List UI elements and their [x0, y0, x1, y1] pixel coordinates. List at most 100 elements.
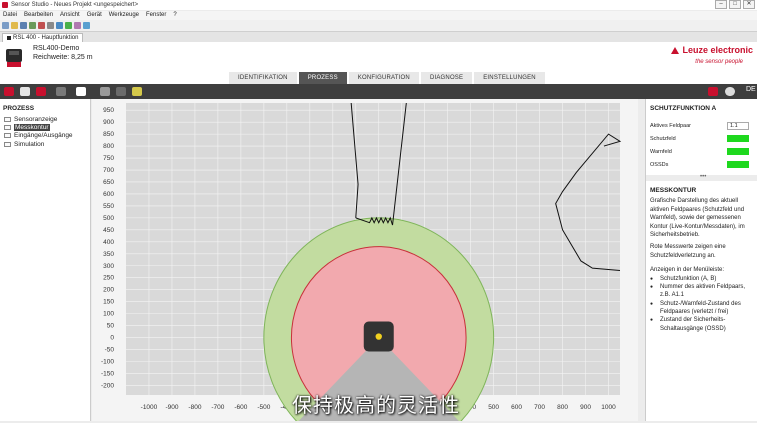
new-icon[interactable] [2, 22, 9, 29]
y-tick-label: 400 [103, 239, 114, 246]
save-icon[interactable] [20, 22, 27, 29]
tab-identifikation[interactable]: IDENTIFIKATION [229, 72, 297, 84]
warnfeld-led [727, 148, 749, 155]
contour-icon[interactable] [20, 87, 30, 96]
y-tick-label: 700 [103, 167, 114, 174]
info-icon[interactable] [83, 22, 90, 29]
settings-icon[interactable] [47, 22, 54, 29]
x-tick-label: 600 [511, 404, 522, 411]
device-header: RSL400-Demo Reichweite: 8,25 m Leuze ele… [0, 42, 757, 72]
video-subtitle: 保持极高的灵活性 [292, 393, 460, 417]
y-tick-label: 150 [103, 299, 114, 306]
scanner-device-icon [6, 49, 22, 67]
tool-icon[interactable] [74, 22, 81, 29]
y-tick-label: -50 [105, 347, 115, 354]
minimize-button[interactable]: – [715, 0, 727, 9]
rotate-icon[interactable] [116, 87, 126, 96]
open-icon[interactable] [11, 22, 18, 29]
leuze-logo-icon [671, 46, 680, 54]
y-tick-label: 0 [110, 335, 114, 342]
sidebar-item-label: Messkontur [14, 123, 50, 131]
list-item: Nummer des aktiven Feldpaars, z.B. A1.1 [650, 283, 754, 300]
menu-geraet[interactable]: Gerät [87, 11, 102, 20]
language-indicator[interactable]: DE [746, 86, 756, 93]
y-tick-label: 450 [103, 227, 114, 234]
document-tab[interactable]: RSL 400 - Hauptfunktion [2, 33, 84, 42]
x-tick-label: -700 [211, 404, 224, 411]
y-tick-label: 800 [103, 143, 114, 150]
ossd-led [727, 161, 749, 168]
alert-icon[interactable] [708, 87, 718, 96]
sidebar-item-sensoranzeige[interactable]: Sensoranzeige [4, 115, 90, 123]
y-tick-label: 650 [103, 179, 114, 186]
active-pair-row: Aktives Feldpaar 1.1 [650, 120, 757, 131]
menu-fenster[interactable]: Fenster [146, 11, 166, 20]
tab-konfiguration[interactable]: KONFIGURATION [348, 72, 419, 84]
menu-indicators-heading: Anzeigen in der Menüleiste: [650, 267, 725, 274]
device-name: RSL400-Demo [33, 45, 80, 52]
pointer-icon[interactable] [76, 87, 86, 96]
connect-icon[interactable] [29, 22, 36, 29]
device-icon [7, 36, 11, 40]
indicator-list: Schutzfunktion (A, B) Nummer des aktiven… [650, 275, 754, 333]
document-tabstrip: RSL 400 - Hauptfunktion [0, 32, 757, 42]
menu-bearbeiten[interactable]: Bearbeiten [24, 11, 53, 20]
x-tick-label: -500 [257, 404, 270, 411]
schutzfeld-label: Schutzfeld [650, 135, 676, 142]
menu-help[interactable]: ? [173, 11, 176, 20]
x-tick-label: -900 [165, 404, 178, 411]
x-tick-label: -800 [188, 404, 201, 411]
ossd-label: OSSDs [650, 161, 669, 168]
schutzfeld-led [727, 135, 749, 142]
x-tick-label: 800 [557, 404, 568, 411]
panel-divider[interactable]: ••• [646, 174, 757, 181]
sidebar-item-label: Eingänge/Ausgänge [14, 132, 73, 140]
zoom-icon[interactable] [56, 87, 66, 96]
y-tick-label: 50 [107, 323, 115, 330]
y-tick-label: 750 [103, 155, 114, 162]
tab-diagnose[interactable]: DIAGNOSE [420, 72, 473, 84]
upload-icon[interactable] [56, 22, 63, 29]
tab-einstellungen[interactable]: EINSTELLUNGEN [474, 72, 545, 84]
ossd-row: OSSDs [650, 159, 757, 170]
measurement-contour-chart[interactable]: -1000-900-800-700-600-500-400-300-200-10… [92, 99, 638, 423]
device-range: Reichweite: 8,25 m [33, 54, 93, 61]
menu-ansicht[interactable]: Ansicht [60, 11, 80, 20]
maximize-button[interactable]: □ [729, 0, 741, 9]
app-icon [2, 2, 8, 8]
document-tab-label: RSL 400 - Hauptfunktion [13, 35, 79, 41]
help-icon[interactable] [725, 87, 735, 96]
x-tick-label: 700 [534, 404, 545, 411]
y-tick-label: 200 [103, 287, 114, 294]
menu-bar: Datei Bearbeiten Ansicht Gerät Werkzeuge… [0, 11, 757, 20]
record-icon[interactable] [132, 87, 142, 96]
messkontur-description: Grafische Darstellung des aktuell aktive… [650, 198, 745, 239]
disconnect-icon[interactable] [38, 22, 45, 29]
y-tick-label: 850 [103, 131, 114, 138]
process-toolbar: DE [0, 84, 757, 99]
tab-prozess[interactable]: PROZESS [298, 72, 347, 84]
x-tick-label: 1000 [601, 404, 616, 411]
x-tick-label: 900 [580, 404, 591, 411]
fit-view-icon[interactable] [100, 87, 110, 96]
download-icon[interactable] [65, 22, 72, 29]
y-tick-label: 500 [103, 215, 114, 222]
y-tick-label: 550 [103, 203, 114, 210]
y-tick-label: -100 [101, 358, 114, 365]
menu-datei[interactable]: Datei [3, 11, 17, 20]
warnfeld-label: Warnfeld [650, 148, 672, 155]
y-tick-label: 250 [103, 275, 114, 282]
active-pair-value: 1.1 [727, 121, 749, 130]
list-item: Zustand der Sicherheits-Schaltausgänge (… [650, 316, 754, 333]
contour-plot[interactable]: -1000-900-800-700-600-500-400-300-200-10… [92, 99, 638, 423]
menu-werkzeuge[interactable]: Werkzeuge [109, 11, 139, 20]
sidebar-item-label: Sensoranzeige [14, 115, 58, 123]
sidebar-item-eingaenge[interactable]: Eingänge/Ausgänge [4, 132, 90, 140]
sidebar-item-simulation[interactable]: Simulation [4, 140, 90, 148]
io-icon[interactable] [36, 87, 46, 96]
sidebar-item-messkontur[interactable]: Messkontur [4, 123, 90, 131]
sensor-view-icon[interactable] [4, 87, 14, 96]
sensoranzeige-icon [4, 116, 11, 122]
y-tick-label: -200 [101, 382, 114, 389]
close-button[interactable]: ✕ [743, 0, 755, 9]
